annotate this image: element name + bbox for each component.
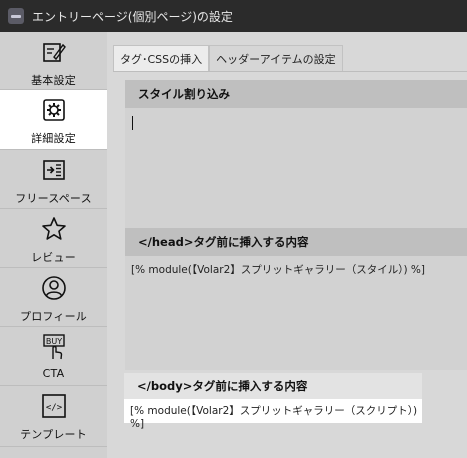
sidebar-item-profile[interactable]: プロフィール [0, 268, 107, 327]
head-insert-title: </head>タグ前に挿入する内容 [125, 228, 467, 256]
text-caret [132, 116, 133, 130]
sidebar-item-basic-settings[interactable]: 基本設定 [0, 32, 107, 90]
style-insert-section: スタイル割り込み [125, 80, 467, 228]
svg-text:BUY: BUY [45, 337, 61, 346]
style-insert-title: スタイル割り込み [125, 80, 467, 108]
head-insert-textarea[interactable]: [% module(【Volar2】スプリットギャラリー（スタイル）) %] [125, 256, 467, 370]
sidebar-item-label: レビュー [31, 251, 76, 264]
sidebar-item-label: フリースペース [15, 192, 92, 205]
tab-divider [113, 71, 467, 72]
template-icon: </> [38, 390, 70, 422]
buy-icon: BUY [38, 331, 70, 363]
svg-text:</>: </> [45, 403, 62, 413]
sidebar-item-free-space[interactable]: フリースペース [0, 150, 107, 209]
edit-icon [38, 36, 70, 68]
sidebar-item-label: プロフィール [20, 310, 87, 323]
style-insert-textarea[interactable] [125, 108, 467, 228]
sidebar-item-label: 詳細設定 [31, 132, 76, 145]
title-bar: エントリーページ(個別ページ)の設定 [0, 0, 467, 32]
free-space-icon [38, 154, 70, 186]
body-insert-textarea[interactable]: [% module(【Volar2】スプリットギャラリー（スクリプト）) %] [124, 399, 422, 430]
tab-header-items[interactable]: ヘッダーアイテムの設定 [209, 45, 343, 72]
sidebar-item-label: 基本設定 [31, 74, 76, 87]
body-insert-section: </body>タグ前に挿入する内容 [% module(【Volar2】スプリッ… [124, 373, 422, 430]
tab-bar: タグ･CSSの挿入 ヘッダーアイテムの設定 [113, 45, 343, 72]
tab-tag-css-insert[interactable]: タグ･CSSの挿入 [113, 45, 210, 72]
sidebar-item-template[interactable]: </> テンプレート [0, 386, 107, 447]
profile-icon [38, 272, 70, 304]
window-title: エントリーページ(個別ページ)の設定 [32, 9, 233, 24]
sidebar-item-label: テンプレート [20, 428, 87, 441]
sidebar-item-advanced-settings[interactable]: 詳細設定 [0, 90, 107, 150]
sidebar-item-cta[interactable]: BUY CTA [0, 327, 107, 386]
star-icon [38, 213, 70, 245]
sidebar-item-review[interactable]: レビュー [0, 209, 107, 268]
head-insert-section: </head>タグ前に挿入する内容 [% module(【Volar2】スプリッ… [125, 228, 467, 370]
app-icon [8, 8, 24, 24]
settings-icon [38, 94, 70, 126]
sidebar-item-label: CTA [42, 367, 65, 380]
sidebar: 基本設定 詳細設定 フリースペース レビュー プロフィール BUY CTA </… [0, 32, 107, 458]
body-insert-title: </body>タグ前に挿入する内容 [124, 373, 422, 399]
